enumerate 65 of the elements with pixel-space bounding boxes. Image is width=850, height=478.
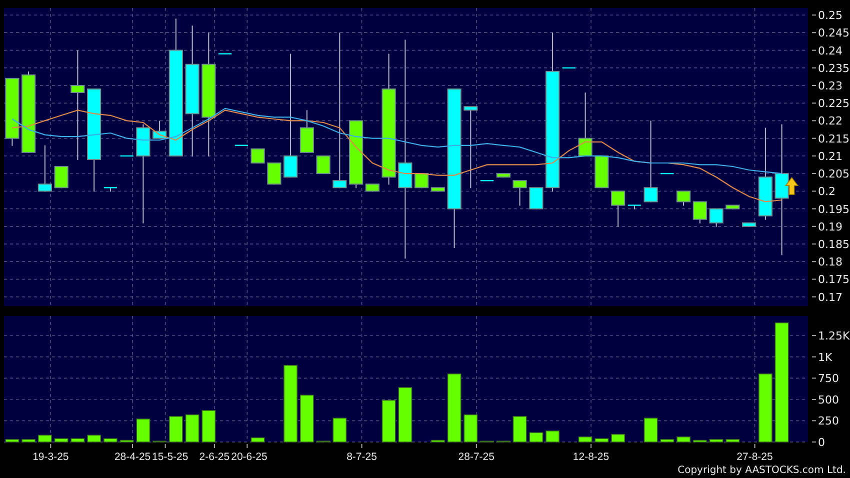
x-axis-label: 12-8-25	[572, 451, 610, 462]
candlestick	[316, 155, 330, 175]
x-axis-label: 27-8-25	[736, 451, 773, 462]
y-axis-label: 0.185	[818, 238, 850, 251]
candlestick	[267, 162, 282, 186]
y-axis-label: 0.235	[818, 62, 850, 75]
candlestick	[676, 190, 691, 206]
y-axis-label: 0.175	[818, 273, 850, 286]
candlestick	[594, 155, 609, 189]
candlestick	[692, 201, 707, 224]
candlestick	[54, 166, 68, 189]
y-axis-label: 1.25K	[818, 330, 850, 343]
y-axis-label: 0.2	[818, 185, 836, 198]
candlestick	[628, 204, 641, 210]
candlestick	[120, 155, 134, 157]
x-axis-label: 28-4-25	[114, 451, 151, 462]
candlestick	[349, 120, 364, 189]
y-axis-label: 0.25	[818, 9, 842, 22]
up-arrow-icon	[785, 176, 799, 195]
x-axis-label: 19-3-25	[32, 451, 69, 462]
x-axis-label: 20-6-25	[231, 451, 268, 462]
candlestick	[480, 180, 494, 182]
candlestick	[5, 78, 20, 146]
candlestick	[512, 180, 527, 206]
x-axis-label: 2-6-25	[199, 451, 230, 462]
x-axis-label: 15-5-25	[152, 451, 188, 462]
y-axis-label: 0.23	[818, 80, 842, 92]
y-axis-label: 0	[818, 436, 825, 449]
candlestick	[578, 92, 592, 157]
candlestick	[611, 190, 626, 228]
y-axis-label: 0.19	[818, 220, 842, 234]
y-axis-label: 750	[818, 372, 839, 386]
y-axis-label: 250	[818, 414, 839, 428]
candlestick	[562, 67, 576, 69]
candlestick	[660, 172, 674, 175]
y-axis-label: 0.24	[818, 44, 842, 58]
candlestick	[250, 148, 265, 164]
candlestick	[365, 184, 380, 192]
candlestick	[709, 208, 724, 228]
x-axis-label: 28-7-25	[458, 451, 495, 462]
candlestick	[430, 187, 445, 192]
candlestick	[300, 110, 314, 154]
candlestick	[38, 144, 52, 192]
y-axis-label: 0.225	[818, 97, 850, 110]
y-axis-label: 0.215	[818, 132, 850, 146]
candlestick	[742, 222, 756, 228]
y-axis-label: 0.17	[818, 290, 842, 304]
y-axis-label: 0.18	[818, 256, 842, 269]
candlestick	[414, 173, 429, 189]
candlestick	[104, 187, 117, 192]
y-axis-label: 0.245	[818, 26, 850, 40]
candlestick	[529, 187, 544, 210]
candlestick	[496, 173, 510, 178]
y-axis-label: 0.21	[818, 150, 842, 163]
y-axis-label: 1K	[818, 350, 832, 364]
x-axis-label: 8-7-25	[346, 451, 377, 462]
y-axis-label: 0.22	[818, 114, 842, 128]
candlestick	[152, 120, 167, 140]
y-axis-label: 500	[818, 393, 839, 406]
candlestick	[234, 144, 248, 146]
y-axis-label: 0.195	[818, 202, 850, 216]
candlestick	[726, 204, 740, 210]
candlestick	[218, 53, 232, 55]
copyright-notice: Copyright by AASTOCKS.com Ltd.	[678, 464, 846, 476]
y-axis-label: 0.205	[818, 168, 850, 181]
